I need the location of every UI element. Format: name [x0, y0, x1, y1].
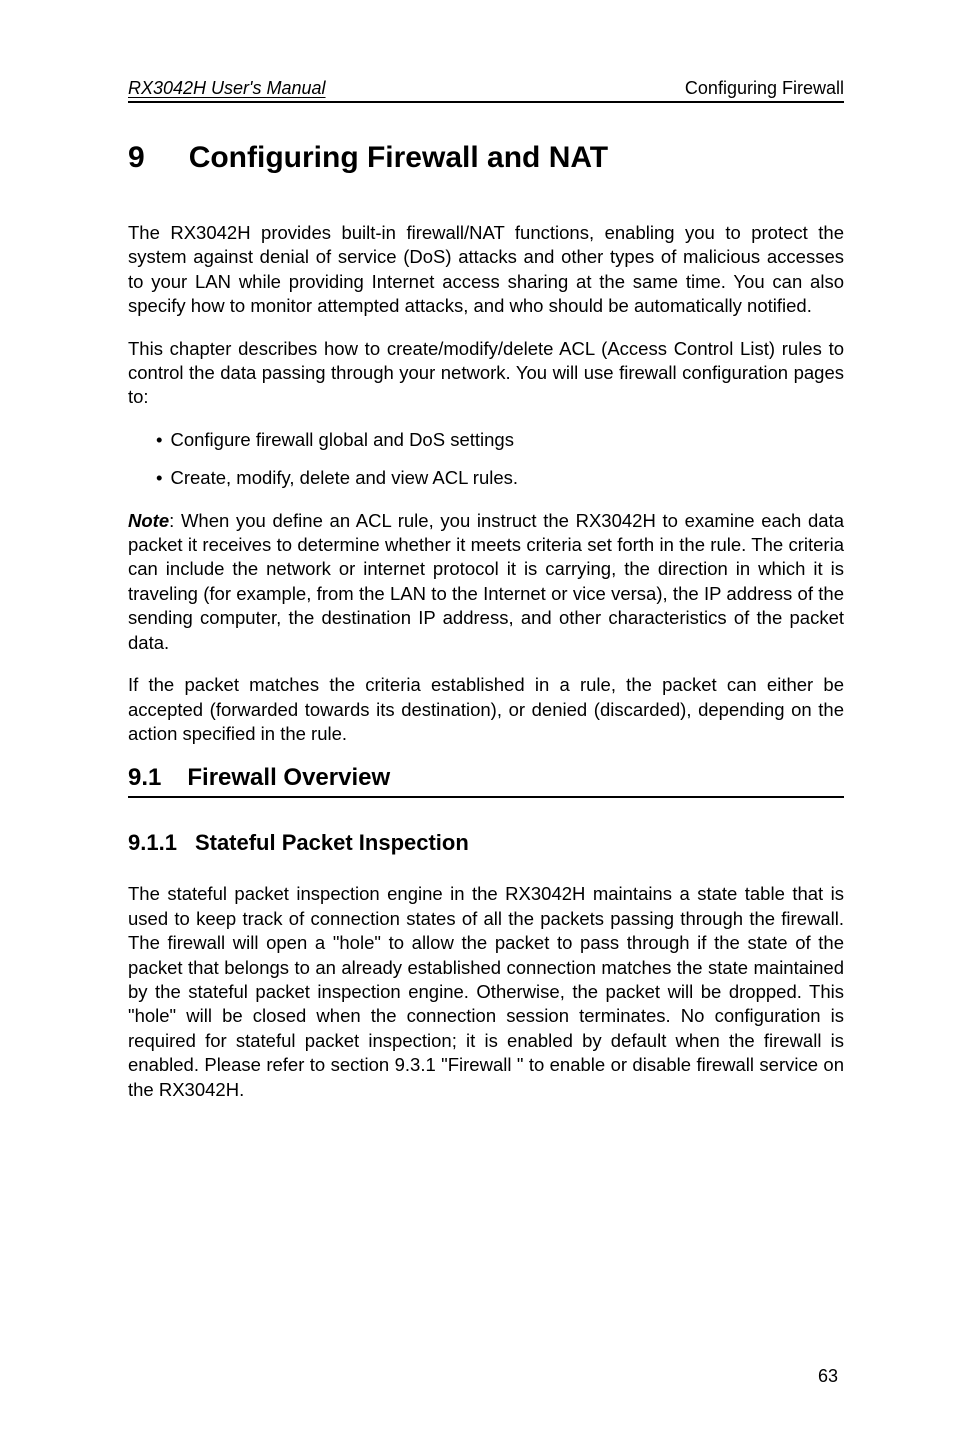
section-number: 9.1 [128, 764, 161, 791]
section-heading: 9.1 Firewall Overview [128, 764, 844, 798]
chapter-text: Configuring Firewall and NAT [189, 141, 608, 174]
note-body: : When you define an ACL rule, you instr… [128, 510, 844, 653]
page-header: RX3042H User's Manual Configuring Firewa… [128, 78, 844, 103]
intro-paragraph-2: This chapter describes how to create/mod… [128, 337, 844, 410]
bullet-icon: • [156, 428, 162, 452]
chapter-number: 9 [128, 141, 145, 175]
bullet-icon: • [156, 466, 162, 490]
bullet-text: Configure firewall global and DoS settin… [170, 428, 513, 452]
note-label: Note [128, 510, 169, 531]
body-paragraph-4: If the packet matches the criteria estab… [128, 673, 844, 746]
intro-paragraph-1: The RX3042H provides built-in firewall/N… [128, 221, 844, 319]
bullet-list: • Configure firewall global and DoS sett… [156, 428, 844, 491]
subsection-number: 9.1.1 [128, 830, 177, 855]
page-number: 63 [818, 1366, 838, 1387]
section-title: Firewall Overview [187, 764, 390, 791]
chapter-title: 9 Configuring Firewall and NAT [128, 141, 844, 175]
list-item: • Create, modify, delete and view ACL ru… [156, 466, 844, 490]
bullet-text: Create, modify, delete and view ACL rule… [170, 466, 518, 490]
list-item: • Configure firewall global and DoS sett… [156, 428, 844, 452]
subsection-heading: 9.1.1 Stateful Packet Inspection [128, 830, 844, 856]
subsection-title: Stateful Packet Inspection [195, 830, 469, 855]
subsection-body: The stateful packet inspection engine in… [128, 882, 844, 1102]
note-paragraph: Note: When you define an ACL rule, you i… [128, 509, 844, 655]
header-right: Configuring Firewall [685, 78, 844, 99]
header-left: RX3042H User's Manual [128, 78, 326, 99]
